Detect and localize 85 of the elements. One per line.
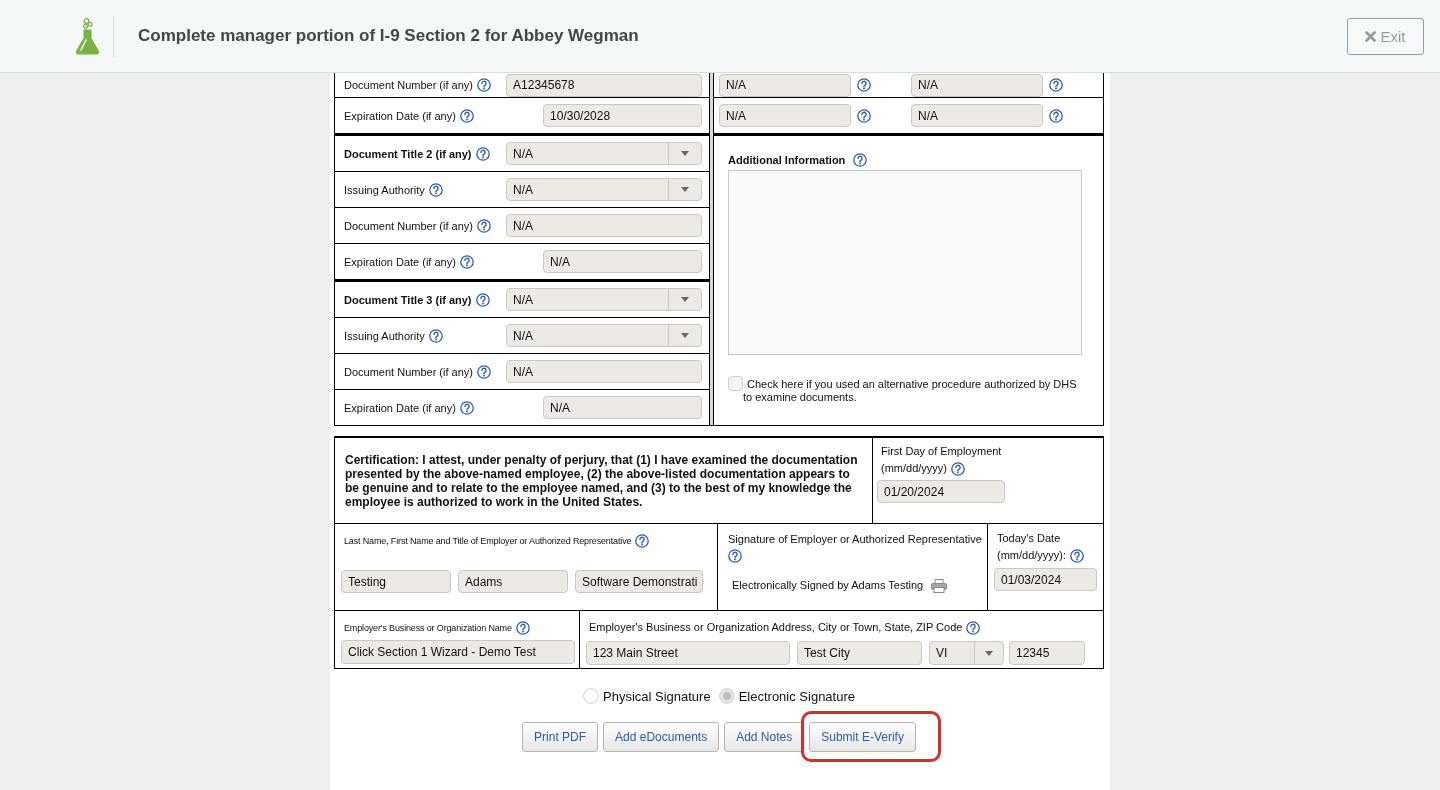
help-icon[interactable] <box>635 534 650 548</box>
dropdown-field[interactable]: N/A <box>506 324 703 347</box>
help-icon[interactable] <box>459 108 474 123</box>
date-field[interactable]: 01/03/2024 <box>994 568 1097 591</box>
text-field[interactable]: Software Demonstrati <box>575 570 703 593</box>
field-label: Document Title 2 (if any) <box>344 147 472 160</box>
help-icon[interactable] <box>459 400 474 415</box>
radio-button[interactable] <box>718 688 735 704</box>
field-label: Today's Date <box>997 532 1061 544</box>
help-icon[interactable] <box>477 218 491 233</box>
help-icon[interactable] <box>1070 548 1085 563</box>
help-icon[interactable] <box>1049 78 1063 92</box>
action-button[interactable]: Print PDF <box>522 722 599 752</box>
help-icon[interactable] <box>728 549 742 563</box>
help-icon[interactable] <box>515 621 530 635</box>
dropdown-field[interactable]: N/A <box>506 288 703 311</box>
help-icon[interactable] <box>966 620 981 635</box>
text-field[interactable]: N/A <box>506 360 703 383</box>
text-field[interactable]: N/A <box>719 73 851 97</box>
date-format-label: (mm/dd/yyyy): <box>997 548 1067 563</box>
text-field[interactable]: Test City <box>797 641 922 665</box>
help-icon[interactable] <box>951 461 965 476</box>
close-icon <box>1365 30 1377 42</box>
field-label: Additional Information <box>728 154 846 166</box>
caret-icon <box>985 650 993 656</box>
dropdown-field[interactable]: VI <box>929 641 1004 665</box>
flask-icon <box>75 17 100 55</box>
text-field[interactable]: Adams <box>458 570 568 593</box>
field-label: Issuing Authority <box>344 329 425 342</box>
text-field[interactable]: A12345678 <box>506 73 703 97</box>
field-label: Last Name, First Name and Title of Employer or Authorized Representative <box>344 535 632 547</box>
radio-label: Electronic Signature <box>738 688 855 704</box>
radio-label: Physical Signature <box>603 688 711 704</box>
help-icon[interactable] <box>477 78 491 92</box>
field-label: Employer's Business or Organization Address, City or Town, State, ZIP Code <box>589 620 963 635</box>
text-field[interactable]: N/A <box>506 214 703 237</box>
additional-info-field[interactable] <box>728 170 1082 355</box>
text-field[interactable]: N/A <box>543 250 703 273</box>
help-icon[interactable] <box>428 182 443 197</box>
date-format-label: (mm/dd/yyyy) <box>881 461 947 476</box>
checkbox[interactable] <box>728 376 743 391</box>
help-icon[interactable] <box>459 254 474 269</box>
field-label: Document Number (if any) <box>344 365 473 378</box>
caret-icon <box>681 151 690 156</box>
field-label: Signature of Employer or Authorized Representative <box>728 533 982 545</box>
page-title: Complete manager portion of I-9 Section 2 for Abbey Wegman <box>138 26 639 46</box>
field-label: Expiration Date (if any) <box>344 401 456 414</box>
printer-icon[interactable] <box>931 578 948 593</box>
field-label: Issuing Authority <box>344 183 425 196</box>
caret-icon <box>681 333 690 338</box>
text-field[interactable]: N/A <box>911 104 1043 127</box>
text-field[interactable]: N/A <box>911 73 1043 97</box>
dropdown-field[interactable]: N/A <box>506 178 703 201</box>
help-icon[interactable] <box>853 153 868 167</box>
field-label: Employer's Business or Organization Name <box>344 622 512 634</box>
help-icon[interactable] <box>857 108 871 123</box>
field-label: Document Number (if any) <box>344 79 473 91</box>
help-icon[interactable] <box>475 146 490 161</box>
caret-icon <box>681 187 690 192</box>
help-icon[interactable] <box>857 78 871 92</box>
text-field[interactable]: Testing <box>341 570 451 593</box>
date-field[interactable]: 01/20/2024 <box>877 480 1005 503</box>
help-icon[interactable] <box>1049 108 1063 123</box>
action-button[interactable]: Add eDocuments <box>603 722 720 752</box>
checkbox-label: Check here if you used an alternative procedure authorized by DHS to examine documents. <box>743 377 1078 404</box>
signature-status: Electronically Signed by Adams Testing <box>732 578 924 593</box>
caret-icon <box>681 297 690 302</box>
field-label: First Day of Employment <box>881 445 1002 457</box>
certification-text: Certification: I attest, under penalty of perjury, that (1) I have examined the documentation presented by the above-named employee, (2) the above-listed documentation appears to be genuine and to relate to the employee named, and (3) to the best of my knowledge the employee is authorized to work in the United States. <box>345 452 859 509</box>
help-icon[interactable] <box>477 364 491 379</box>
text-field[interactable]: 123 Main Street <box>586 641 790 665</box>
help-icon[interactable] <box>475 292 490 307</box>
field-label: Document Number (if any) <box>344 219 473 232</box>
field-label: Expiration Date (if any) <box>344 109 456 122</box>
text-field[interactable]: N/A <box>719 104 851 127</box>
dropdown-field[interactable]: N/A <box>506 142 703 165</box>
text-field[interactable]: 10/30/2028 <box>543 104 703 127</box>
action-button[interactable]: Submit E-Verify <box>809 722 916 752</box>
text-field[interactable]: N/A <box>543 396 703 419</box>
text-field[interactable]: 12345 <box>1009 641 1085 665</box>
field-label: Expiration Date (if any) <box>344 255 456 268</box>
field-label: Document Title 3 (if any) <box>344 293 472 306</box>
text-field[interactable]: Click Section 1 Wizard - Demo Test <box>341 640 575 664</box>
radio-button[interactable] <box>583 688 599 704</box>
help-icon[interactable] <box>428 328 443 343</box>
